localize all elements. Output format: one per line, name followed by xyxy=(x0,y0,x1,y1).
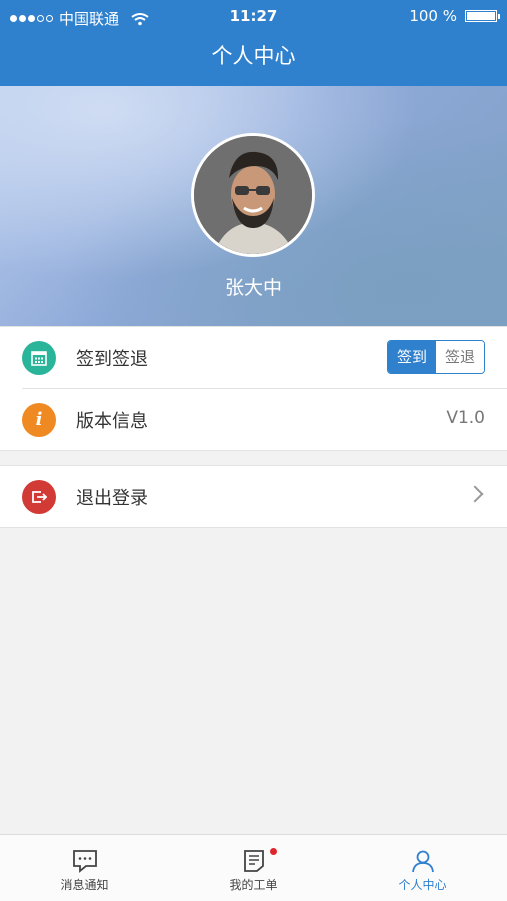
checkin-button[interactable]: 签到 xyxy=(388,341,436,373)
tab-label: 消息通知 xyxy=(60,878,109,892)
document-icon xyxy=(243,850,264,872)
version-row[interactable]: i 版本信息 V1.0 xyxy=(22,388,507,450)
calendar-icon xyxy=(22,340,56,375)
tab-work-orders[interactable]: 我的工单 xyxy=(169,835,338,901)
person-icon xyxy=(411,850,434,873)
logout-group: 退出登录 xyxy=(0,465,507,528)
tab-label: 我的工单 xyxy=(229,878,278,892)
info-icon: i xyxy=(22,402,56,437)
checkin-row: 签到签退 签到 签退 xyxy=(0,327,507,388)
tab-profile[interactable]: 个人中心 xyxy=(338,835,507,901)
notification-badge xyxy=(270,848,277,855)
settings-group: 签到签退 签到 签退 i 版本信息 V1.0 xyxy=(0,326,507,451)
battery-icon xyxy=(465,10,500,22)
chevron-right-icon xyxy=(466,485,484,503)
tab-label: 个人中心 xyxy=(398,878,447,892)
battery-percent: 100 % xyxy=(409,7,457,25)
checkout-button[interactable]: 签退 xyxy=(436,341,484,373)
avatar-photo xyxy=(194,136,312,254)
tab-bar: 消息通知 我的工单 个人中心 xyxy=(0,834,507,901)
logout-icon xyxy=(22,479,56,514)
checkin-label: 签到签退 xyxy=(76,348,148,370)
page-title: 个人中心 xyxy=(211,44,296,68)
checkin-segmented-control[interactable]: 签到 签退 xyxy=(387,340,485,374)
message-icon xyxy=(72,850,97,873)
status-bar: 中国联通 11:27 100 % xyxy=(0,0,507,34)
tab-messages[interactable]: 消息通知 xyxy=(0,835,169,901)
logout-label: 退出登录 xyxy=(76,487,148,509)
profile-header: 张大中 xyxy=(0,86,507,326)
version-label: 版本信息 xyxy=(76,410,148,432)
top-bar: 中国联通 11:27 100 % 个人中心 xyxy=(0,0,507,86)
user-name: 张大中 xyxy=(224,277,282,299)
version-value: V1.0 xyxy=(446,408,485,428)
logout-row[interactable]: 退出登录 xyxy=(0,466,507,527)
avatar[interactable] xyxy=(191,133,315,257)
